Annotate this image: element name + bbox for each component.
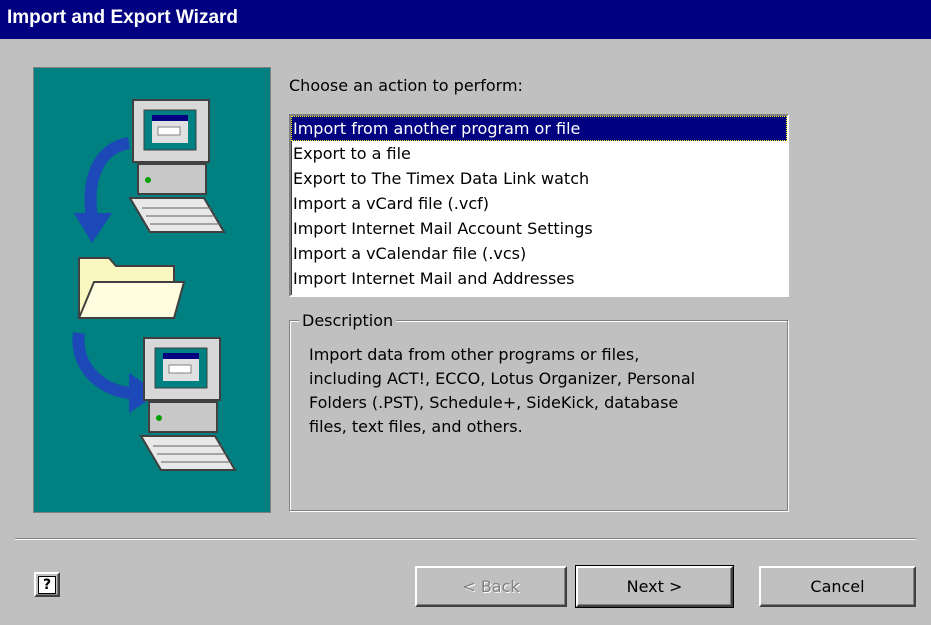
description-line: including ACT!, ECCO, Lotus Organizer, P… bbox=[309, 369, 696, 388]
action-prompt-label: Choose an action to perform: bbox=[289, 76, 523, 95]
description-line: files, text files, and others. bbox=[309, 417, 523, 436]
computer-icon-bottom bbox=[139, 337, 237, 471]
description-text: Import data from other programs or files… bbox=[309, 343, 779, 439]
action-item[interactable]: Import Internet Mail and Addresses bbox=[291, 266, 787, 291]
action-item[interactable]: Import a vCard file (.vcf) bbox=[291, 191, 787, 216]
help-button[interactable]: ? bbox=[34, 572, 60, 597]
action-item[interactable]: Export to The Timex Data Link watch bbox=[291, 166, 787, 191]
description-label: Description bbox=[299, 311, 397, 330]
button-separator bbox=[15, 538, 916, 540]
wizard-illustration bbox=[33, 67, 271, 513]
action-listbox[interactable]: Import from another program or file Expo… bbox=[289, 114, 789, 297]
window-title: Import and Export Wizard bbox=[0, 0, 931, 39]
computer-icon-top bbox=[128, 99, 226, 233]
folder-icon bbox=[77, 257, 186, 319]
action-item[interactable]: Import from another program or file bbox=[291, 116, 787, 141]
help-icon: ? bbox=[38, 576, 56, 594]
action-item[interactable]: Export to a file bbox=[291, 141, 787, 166]
action-item[interactable]: Import Internet Mail Account Settings bbox=[291, 216, 787, 241]
back-button[interactable]: < Back bbox=[415, 566, 567, 607]
description-line: Folders (.PST), Schedule+, SideKick, dat… bbox=[309, 393, 679, 412]
arrow-icon-top bbox=[74, 137, 131, 243]
description-line: Import data from other programs or files… bbox=[309, 345, 640, 364]
action-item[interactable]: Import a vCalendar file (.vcs) bbox=[291, 241, 787, 266]
cancel-button[interactable]: Cancel bbox=[759, 566, 916, 607]
next-button[interactable]: Next > bbox=[575, 565, 734, 608]
